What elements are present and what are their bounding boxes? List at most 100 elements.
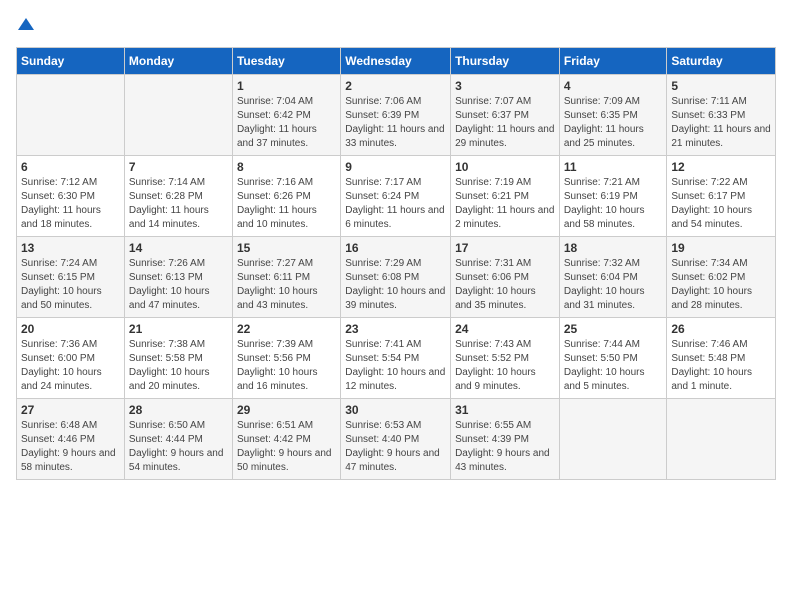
calendar-cell: 24Sunrise: 7:43 AM Sunset: 5:52 PM Dayli… [451,318,560,399]
calendar-cell: 3 Sunrise: 7:07 AM Sunset: 6:37 PM Daylig… [451,75,560,156]
day-detail: Sunrise: 7:36 AM Sunset: 6:00 PM Dayligh… [21,338,120,394]
day-number: 24 [455,322,555,336]
header-sunday: Sunday [17,48,125,75]
calendar-cell: 26Sunrise: 7:46 AM Sunset: 5:48 PM Dayli… [667,318,776,399]
day-number: 23 [345,322,446,336]
day-detail: Sunrise: 6:48 AM Sunset: 4:46 PM Dayligh… [21,419,120,475]
day-number: 21 [129,322,228,336]
calendar-cell: 12 Sunrise: 7:22 AM Sunset: 6:17 PM Dayli… [667,156,776,237]
day-detail: Sunrise: 7:46 AM Sunset: 5:48 PM Dayligh… [671,338,771,394]
day-number: 28 [129,403,228,417]
header-saturday: Saturday [667,48,776,75]
day-number: 18 [564,241,663,255]
calendar-cell: 8 Sunrise: 7:16 AM Sunset: 6:26 PM Daylig… [232,156,340,237]
calendar-cell: 29 Sunrise: 6:51 AM Sunset: 4:42 PM Dayli… [232,399,340,480]
calendar-cell: 28 Sunrise: 6:50 AM Sunset: 4:44 PM Dayli… [124,399,232,480]
calendar-cell [124,75,232,156]
calendar-cell: 1 Sunrise: 7:04 AM Sunset: 6:42 PM Daylig… [232,75,340,156]
calendar-week-row: 20 Sunrise: 7:36 AM Sunset: 6:00 PM Dayli… [17,318,776,399]
day-detail: Sunrise: 7:24 AM Sunset: 6:15 PM Dayligh… [21,257,120,313]
day-number: 27 [21,403,120,417]
day-detail: Sunrise: 7:11 AM Sunset: 6:33 PM Dayligh… [671,95,771,151]
day-detail: Sunrise: 7:14 AM Sunset: 6:28 PM Dayligh… [129,176,228,232]
header-wednesday: Wednesday [341,48,451,75]
calendar-cell: 16 Sunrise: 7:29 AM Sunset: 6:08 PM Dayli… [341,237,451,318]
day-detail: Sunrise: 7:19 AM Sunset: 6:21 PM Dayligh… [455,176,555,232]
day-number: 13 [21,241,120,255]
day-detail: Sunrise: 7:31 AM Sunset: 6:06 PM Dayligh… [455,257,555,313]
day-number: 17 [455,241,555,255]
logo [16,16,34,37]
day-number: 15 [237,241,336,255]
day-number: 6 [21,160,120,174]
calendar-cell: 21 Sunrise: 7:38 AM Sunset: 5:58 PM Dayli… [124,318,232,399]
day-detail: Sunrise: 6:51 AM Sunset: 4:42 PM Dayligh… [237,419,336,475]
day-number: 10 [455,160,555,174]
calendar-cell: 5 Sunrise: 7:11 AM Sunset: 6:33 PM Daylig… [667,75,776,156]
calendar-cell: 10 Sunrise: 7:19 AM Sunset: 6:21 PM Dayli… [451,156,560,237]
day-detail: Sunrise: 7:06 AM Sunset: 6:39 PM Dayligh… [345,95,446,151]
day-detail: Sunrise: 7:07 AM Sunset: 6:37 PM Dayligh… [455,95,555,151]
day-number: 9 [345,160,446,174]
day-detail: Sunrise: 7:29 AM Sunset: 6:08 PM Dayligh… [345,257,446,313]
day-detail: Sunrise: 7:22 AM Sunset: 6:17 PM Dayligh… [671,176,771,232]
day-detail: Sunrise: 7:27 AM Sunset: 6:11 PM Dayligh… [237,257,336,313]
day-number: 25 [564,322,663,336]
day-detail: Sunrise: 7:16 AM Sunset: 6:26 PM Dayligh… [237,176,336,232]
day-number: 16 [345,241,446,255]
day-detail: Sunrise: 7:26 AM Sunset: 6:13 PM Dayligh… [129,257,228,313]
calendar-cell: 6Sunrise: 7:12 AM Sunset: 6:30 PM Daylig… [17,156,125,237]
calendar-cell: 15 Sunrise: 7:27 AM Sunset: 6:11 PM Dayli… [232,237,340,318]
calendar-cell [667,399,776,480]
calendar-cell: 19 Sunrise: 7:34 AM Sunset: 6:02 PM Dayli… [667,237,776,318]
header-monday: Monday [124,48,232,75]
calendar-cell: 20 Sunrise: 7:36 AM Sunset: 6:00 PM Dayli… [17,318,125,399]
header-friday: Friday [559,48,667,75]
calendar-cell: 4Sunrise: 7:09 AM Sunset: 6:35 PM Daylig… [559,75,667,156]
day-number: 5 [671,79,771,93]
page-header [16,16,776,37]
day-detail: Sunrise: 7:38 AM Sunset: 5:58 PM Dayligh… [129,338,228,394]
calendar-cell: 31Sunrise: 6:55 AM Sunset: 4:39 PM Dayli… [451,399,560,480]
calendar-cell: 2Sunrise: 7:06 AM Sunset: 6:39 PM Daylig… [341,75,451,156]
calendar-cell: 22Sunrise: 7:39 AM Sunset: 5:56 PM Dayli… [232,318,340,399]
calendar-week-row: 13 Sunrise: 7:24 AM Sunset: 6:15 PM Dayli… [17,237,776,318]
day-number: 19 [671,241,771,255]
day-number: 20 [21,322,120,336]
logo-bird-icon [18,16,34,32]
day-detail: Sunrise: 6:53 AM Sunset: 4:40 PM Dayligh… [345,419,446,475]
day-number: 8 [237,160,336,174]
calendar-week-row: 6Sunrise: 7:12 AM Sunset: 6:30 PM Daylig… [17,156,776,237]
calendar-cell: 9 Sunrise: 7:17 AM Sunset: 6:24 PM Daylig… [341,156,451,237]
day-detail: Sunrise: 7:41 AM Sunset: 5:54 PM Dayligh… [345,338,446,394]
calendar-cell [559,399,667,480]
calendar-cell: 13 Sunrise: 7:24 AM Sunset: 6:15 PM Dayli… [17,237,125,318]
day-number: 29 [237,403,336,417]
day-detail: Sunrise: 6:55 AM Sunset: 4:39 PM Dayligh… [455,419,555,475]
calendar-week-row: 27 Sunrise: 6:48 AM Sunset: 4:46 PM Dayli… [17,399,776,480]
day-detail: Sunrise: 7:34 AM Sunset: 6:02 PM Dayligh… [671,257,771,313]
day-detail: Sunrise: 7:17 AM Sunset: 6:24 PM Dayligh… [345,176,446,232]
calendar-cell: 27 Sunrise: 6:48 AM Sunset: 4:46 PM Dayli… [17,399,125,480]
day-detail: Sunrise: 6:50 AM Sunset: 4:44 PM Dayligh… [129,419,228,475]
day-detail: Sunrise: 7:04 AM Sunset: 6:42 PM Dayligh… [237,95,336,151]
day-number: 3 [455,79,555,93]
calendar-cell: 7 Sunrise: 7:14 AM Sunset: 6:28 PM Daylig… [124,156,232,237]
calendar-header-row: SundayMondayTuesdayWednesdayThursdayFrid… [17,48,776,75]
day-number: 12 [671,160,771,174]
day-number: 14 [129,241,228,255]
day-number: 30 [345,403,446,417]
calendar-cell: 17 Sunrise: 7:31 AM Sunset: 6:06 PM Dayli… [451,237,560,318]
calendar-week-row: 1 Sunrise: 7:04 AM Sunset: 6:42 PM Daylig… [17,75,776,156]
calendar-cell: 11Sunrise: 7:21 AM Sunset: 6:19 PM Dayli… [559,156,667,237]
calendar-cell: 14 Sunrise: 7:26 AM Sunset: 6:13 PM Dayli… [124,237,232,318]
day-number: 22 [237,322,336,336]
day-number: 7 [129,160,228,174]
calendar-cell: 18Sunrise: 7:32 AM Sunset: 6:04 PM Dayli… [559,237,667,318]
header-tuesday: Tuesday [232,48,340,75]
calendar-cell: 30 Sunrise: 6:53 AM Sunset: 4:40 PM Dayli… [341,399,451,480]
day-number: 1 [237,79,336,93]
calendar-cell: 25Sunrise: 7:44 AM Sunset: 5:50 PM Dayli… [559,318,667,399]
day-number: 11 [564,160,663,174]
day-detail: Sunrise: 7:09 AM Sunset: 6:35 PM Dayligh… [564,95,663,151]
